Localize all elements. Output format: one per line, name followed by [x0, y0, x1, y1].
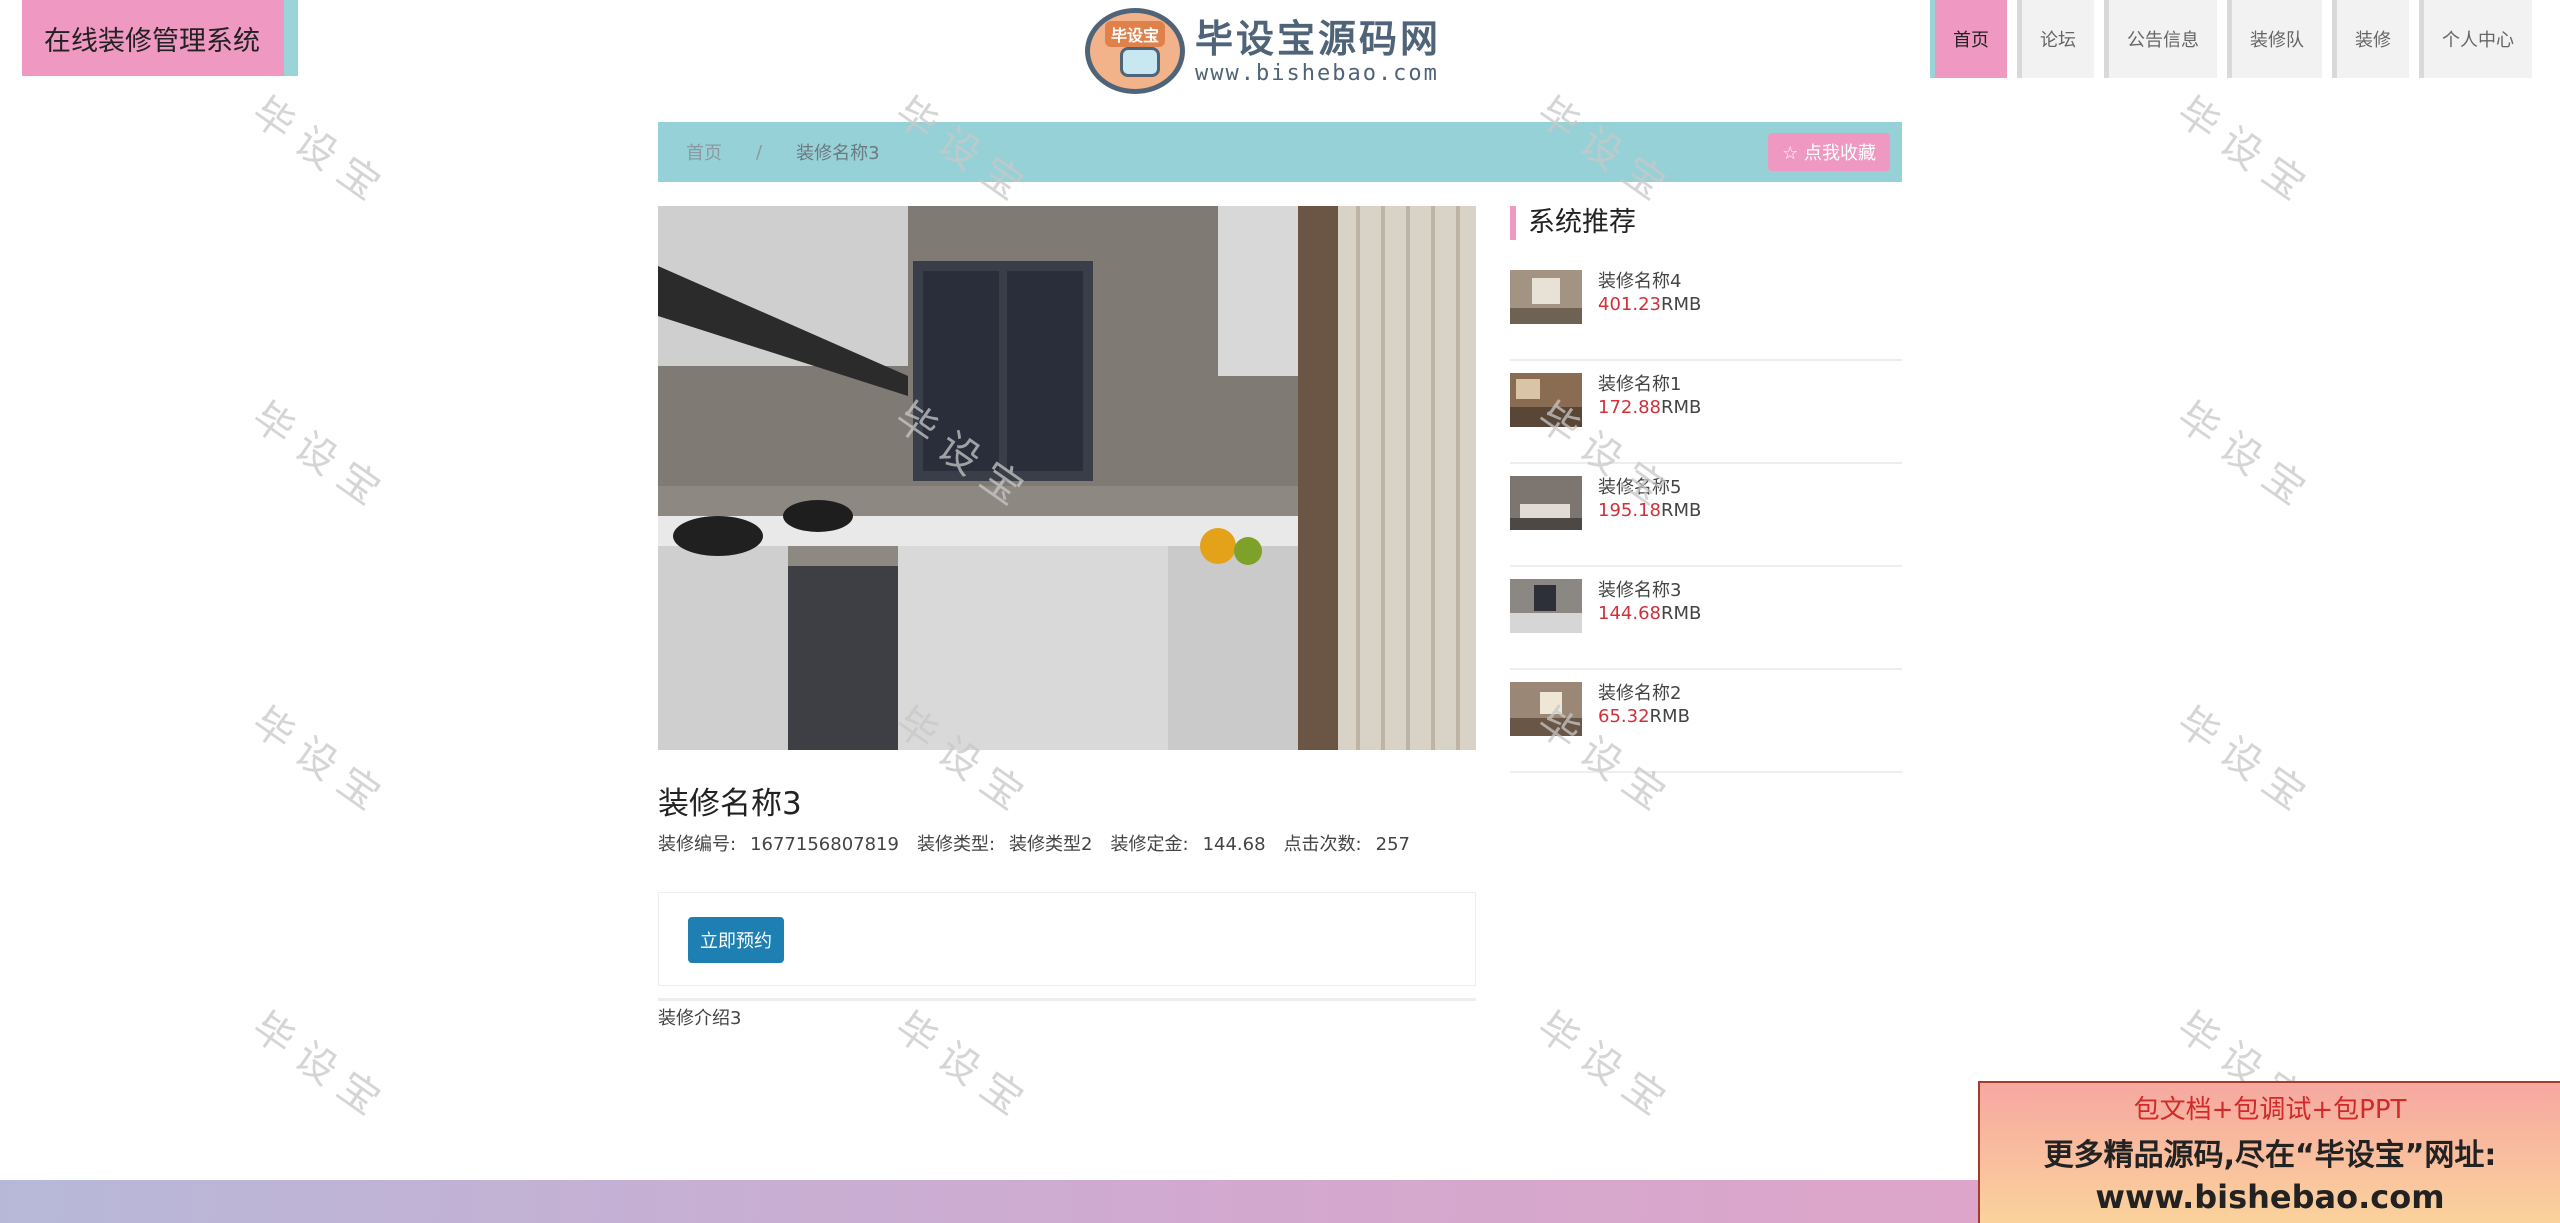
breadcrumb: 首页 / 装修名称3 ☆ 点我收藏	[658, 122, 1902, 182]
meta-value-deposit: 144.68	[1202, 834, 1266, 855]
recommend-name[interactable]: 装修名称2	[1598, 682, 1690, 705]
recommend-name[interactable]: 装修名称3	[1598, 579, 1701, 602]
recommend-name[interactable]: 装修名称1	[1598, 373, 1701, 396]
action-box: 立即预约	[658, 892, 1476, 986]
recommend-thumbnail[interactable]	[1510, 579, 1582, 633]
recommend-item[interactable]: 装修名称1 172.88RMB	[1510, 361, 1902, 464]
meta-value-clicks: 257	[1375, 834, 1410, 855]
watermark: 毕设宝	[243, 88, 398, 216]
recommend-unit: RMB	[1660, 603, 1702, 624]
breadcrumb-home[interactable]: 首页	[686, 139, 722, 165]
watermark: 毕设宝	[1528, 1003, 1683, 1131]
logo: 毕设宝 毕设宝源码网 www.bishebao.com	[1085, 6, 1465, 96]
breadcrumb-separator: /	[756, 141, 763, 163]
watermark: 毕设宝	[2168, 88, 2323, 216]
breadcrumb-current: 装修名称3	[796, 143, 880, 164]
recommend-thumbnail[interactable]	[1510, 373, 1582, 427]
nav-item-profile[interactable]: 个人中心	[2419, 0, 2532, 78]
recommend-list: 装修名称4 401.23RMB 装修名称1 172.88RMB 装修名称5 195.1…	[1510, 258, 1902, 773]
item-title: 装修名称3	[658, 786, 802, 822]
recommend-item[interactable]: 装修名称5 195.18RMB	[1510, 464, 1902, 567]
recommend-price: 172.88	[1598, 397, 1661, 418]
recommend-price: 65.32	[1598, 706, 1650, 727]
item-main-image	[658, 206, 1476, 750]
recommend-unit: RMB	[1660, 397, 1702, 418]
recommend-price: 144.68	[1598, 603, 1661, 624]
recommend-unit: RMB	[1660, 500, 1702, 521]
logo-name: 毕设宝源码网	[1195, 16, 1442, 61]
logo-badge-icon: 毕设宝	[1085, 8, 1185, 94]
favorite-button[interactable]: ☆ 点我收藏	[1768, 133, 1890, 171]
logo-badge-text: 毕设宝	[1104, 21, 1165, 47]
recommend-name[interactable]: 装修名称4	[1598, 270, 1701, 293]
sidebar-title: 系统推荐	[1510, 206, 1636, 240]
promo-line-2: 更多精品源码,尽在“毕设宝”网址:	[2043, 1138, 2497, 1173]
book-now-button[interactable]: 立即预约	[688, 917, 784, 963]
recommend-thumbnail[interactable]	[1510, 682, 1582, 736]
meta-key-type: 装修类型:	[916, 834, 996, 855]
recommend-price: 195.18	[1598, 500, 1661, 521]
recommend-thumbnail[interactable]	[1510, 270, 1582, 324]
watermark: 毕设宝	[2168, 698, 2323, 826]
main-nav: 首页 论坛 公告信息 装修队 装修 个人中心	[1920, 0, 2532, 78]
site-title[interactable]: 在线装修管理系统	[22, 0, 298, 76]
promo-url[interactable]: www.bishebao.com	[1980, 1178, 2560, 1216]
recommend-unit: RMB	[1649, 706, 1690, 727]
recommend-unit: RMB	[1660, 294, 1702, 315]
nav-item-teams[interactable]: 装修队	[2227, 0, 2322, 78]
nav-item-renovation[interactable]: 装修	[2332, 0, 2409, 78]
meta-value-type: 装修类型2	[1009, 834, 1093, 855]
watermark: 毕设宝	[243, 1003, 398, 1131]
recommend-item[interactable]: 装修名称2 65.32RMB	[1510, 670, 1902, 773]
recommend-item[interactable]: 装修名称3 144.68RMB	[1510, 567, 1902, 670]
meta-value-number: 1677156807819	[750, 834, 899, 855]
meta-key-clicks: 点击次数:	[1283, 834, 1362, 855]
recommend-name[interactable]: 装修名称5	[1598, 476, 1701, 499]
watermark: 毕设宝	[886, 1003, 1041, 1131]
watermark: 毕设宝	[243, 698, 398, 826]
nav-item-announcements[interactable]: 公告信息	[2104, 0, 2217, 78]
watermark: 毕设宝	[2168, 393, 2323, 521]
item-intro: 装修介绍3	[658, 1008, 742, 1029]
nav-item-home[interactable]: 首页	[1930, 0, 2007, 78]
recommend-thumbnail[interactable]	[1510, 476, 1582, 530]
recommend-item[interactable]: 装修名称4 401.23RMB	[1510, 258, 1902, 361]
logo-url: www.bishebao.com	[1195, 60, 1439, 86]
recommend-price: 401.23	[1598, 294, 1661, 315]
promo-banner[interactable]: 包文档+包调试+包PPT 更多精品源码,尽在“毕设宝”网址: www.bishe…	[1978, 1081, 2560, 1223]
watermark: 毕设宝	[243, 393, 398, 521]
meta-key-number: 装修编号:	[658, 834, 737, 855]
item-meta: 装修编号: 1677156807819 装修类型: 装修类型2 装修定金: 144.6…	[658, 830, 1410, 856]
meta-key-deposit: 装修定金:	[1110, 834, 1189, 855]
cup-icon	[1120, 47, 1160, 77]
promo-line-1: 包文档+包调试+包PPT	[2133, 1095, 2407, 1125]
nav-item-forum[interactable]: 论坛	[2017, 0, 2094, 78]
divider	[658, 998, 1476, 1001]
